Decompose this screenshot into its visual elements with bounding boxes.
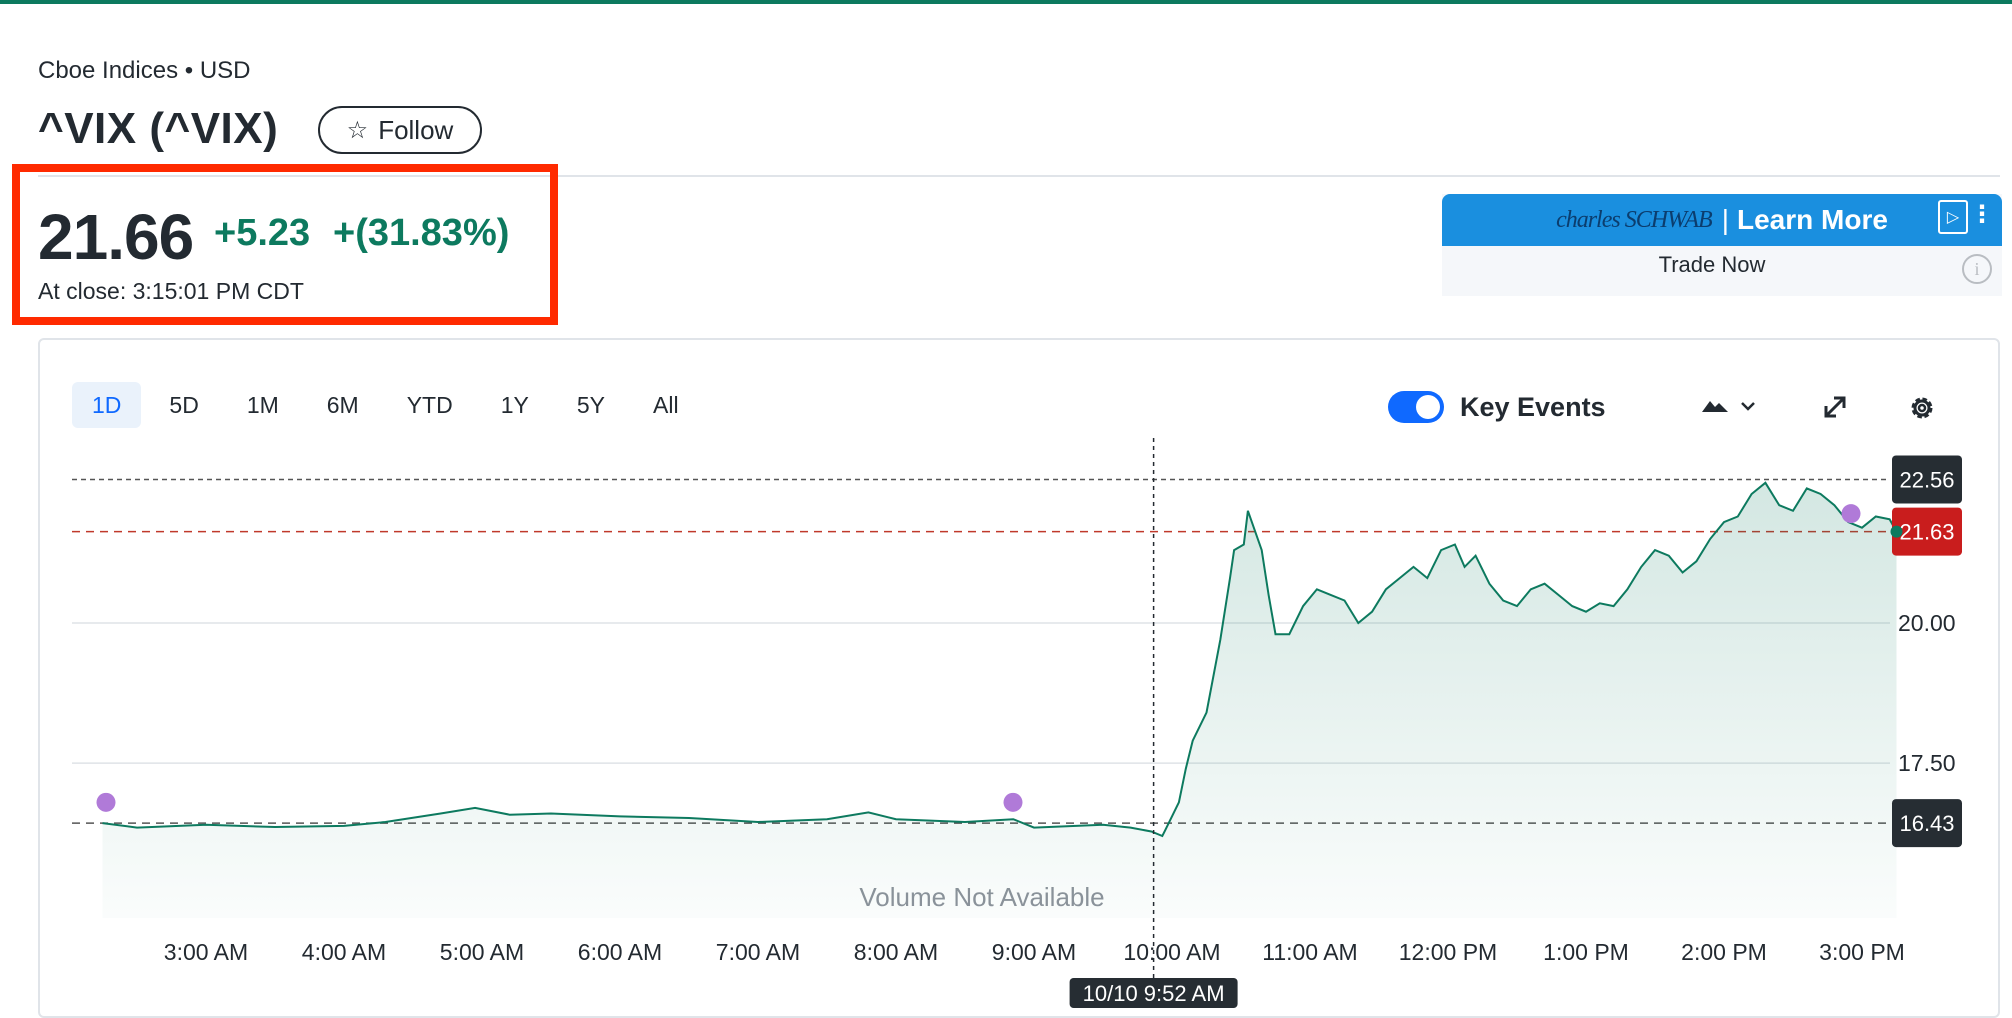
x-tick-label: 4:00 AM	[302, 939, 386, 965]
key-event-dot	[96, 792, 116, 812]
key-event-dot	[1841, 504, 1861, 524]
day-high-tag: 22.56	[1899, 467, 1954, 492]
x-tick-label: 1:00 PM	[1543, 939, 1629, 965]
price-area-fill	[102, 482, 1897, 918]
x-tick-label: 3:00 PM	[1819, 939, 1905, 965]
x-tick-label: 12:00 PM	[1399, 939, 1497, 965]
previous-close-tag: 16.43	[1899, 811, 1954, 836]
crosshair-time-label: 10/10 9:52 AM	[1083, 981, 1225, 1006]
current-price-tag: 21.63	[1899, 520, 1954, 545]
key-event-dot	[1003, 792, 1023, 812]
x-tick-label: 7:00 AM	[716, 939, 800, 965]
x-tick-label: 8:00 AM	[854, 939, 938, 965]
x-tick-label: 2:00 PM	[1681, 939, 1767, 965]
x-tick-label: 3:00 AM	[164, 939, 248, 965]
price-chart[interactable]: 20.0017.50Volume Not Available 3:00 AM4:…	[0, 0, 2012, 1008]
x-tick-label: 11:00 AM	[1262, 939, 1357, 965]
x-tick-label: 6:00 AM	[578, 939, 662, 965]
x-tick-label: 5:00 AM	[440, 939, 524, 965]
x-tick-label: 9:00 AM	[992, 939, 1076, 965]
x-tick-label: 10:00 AM	[1123, 939, 1220, 965]
last-price-dot	[1890, 525, 1903, 538]
y-tick-label: 20.00	[1898, 610, 1956, 636]
y-tick-label: 17.50	[1898, 750, 1956, 776]
